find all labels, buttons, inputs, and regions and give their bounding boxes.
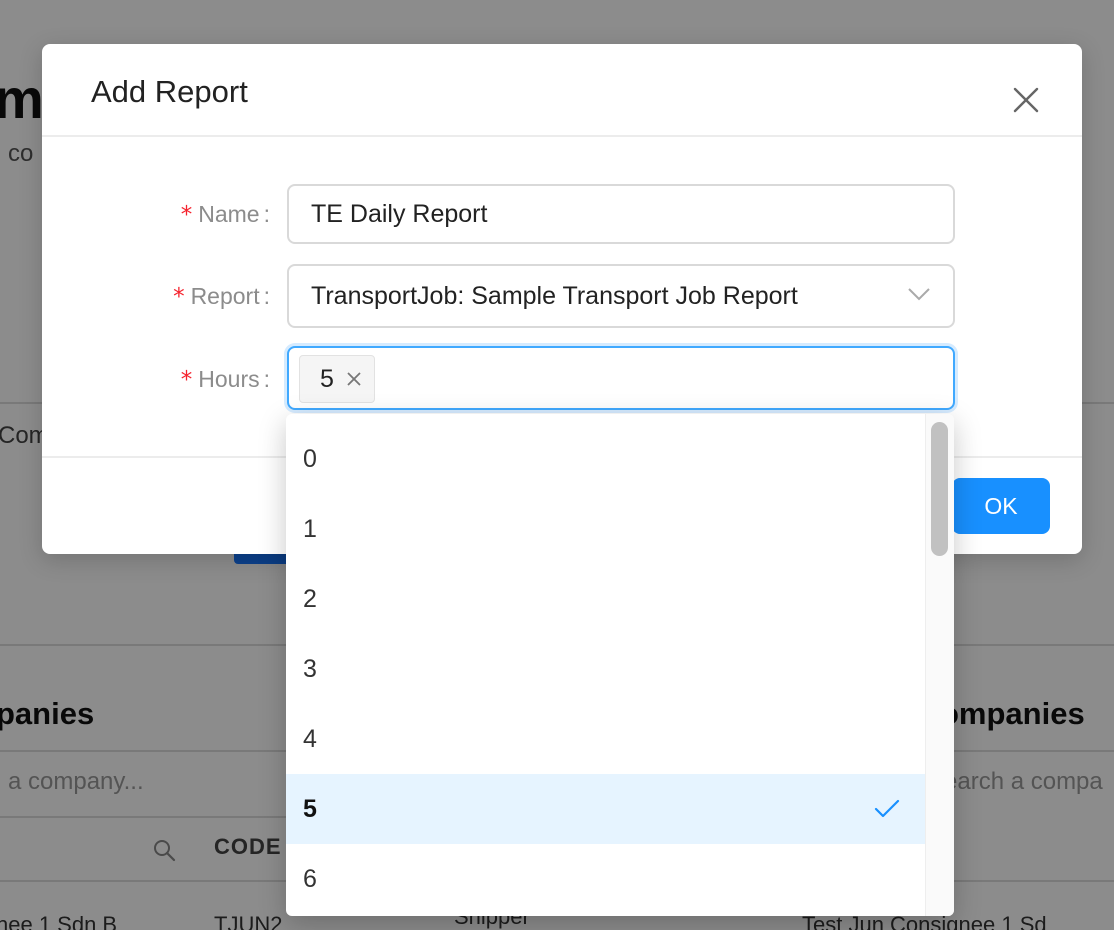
modal-title: Add Report: [91, 74, 248, 109]
report-label: * Report:: [173, 283, 270, 310]
close-icon[interactable]: [346, 371, 362, 387]
check-icon: [874, 799, 900, 818]
options-list: 0 1 2 3 4 5 6: [286, 424, 925, 914]
chevron-down-icon: [908, 288, 930, 301]
option-0[interactable]: 0: [286, 424, 925, 494]
name-input-value: TE Daily Report: [311, 199, 488, 228]
report-select-value: TransportJob: Sample Transport Job Repor…: [311, 281, 798, 310]
report-select[interactable]: TransportJob: Sample Transport Job Repor…: [287, 264, 955, 328]
hours-dropdown: 0 1 2 3 4 5 6: [286, 414, 954, 916]
required-mark: *: [180, 202, 193, 228]
hours-multiselect[interactable]: 5: [287, 346, 955, 410]
scrollbar-thumb[interactable]: [931, 422, 948, 556]
option-2[interactable]: 2: [286, 564, 925, 634]
option-4[interactable]: 4: [286, 704, 925, 774]
hours-label: * Hours:: [180, 366, 270, 393]
option-1[interactable]: 1: [286, 494, 925, 564]
ok-button[interactable]: OK: [952, 478, 1050, 534]
name-label: * Name:: [180, 201, 270, 228]
form-row-hours: * Hours: 5: [42, 346, 1082, 410]
form-row-report: * Report: TransportJob: Sample Transport …: [42, 264, 1082, 328]
tag-label: 5: [320, 364, 334, 393]
option-label: 5: [303, 795, 317, 823]
modal-header: Add Report: [42, 44, 1082, 137]
form-row-name: * Name: TE Daily Report: [42, 184, 1082, 244]
option-6[interactable]: 6: [286, 844, 925, 914]
required-mark: *: [173, 284, 185, 310]
option-3[interactable]: 3: [286, 634, 925, 704]
required-mark: *: [180, 367, 193, 393]
name-input[interactable]: TE Daily Report: [287, 184, 955, 244]
option-5[interactable]: 5: [286, 774, 925, 844]
selected-tag: 5: [299, 355, 375, 403]
close-icon[interactable]: [1010, 84, 1042, 116]
